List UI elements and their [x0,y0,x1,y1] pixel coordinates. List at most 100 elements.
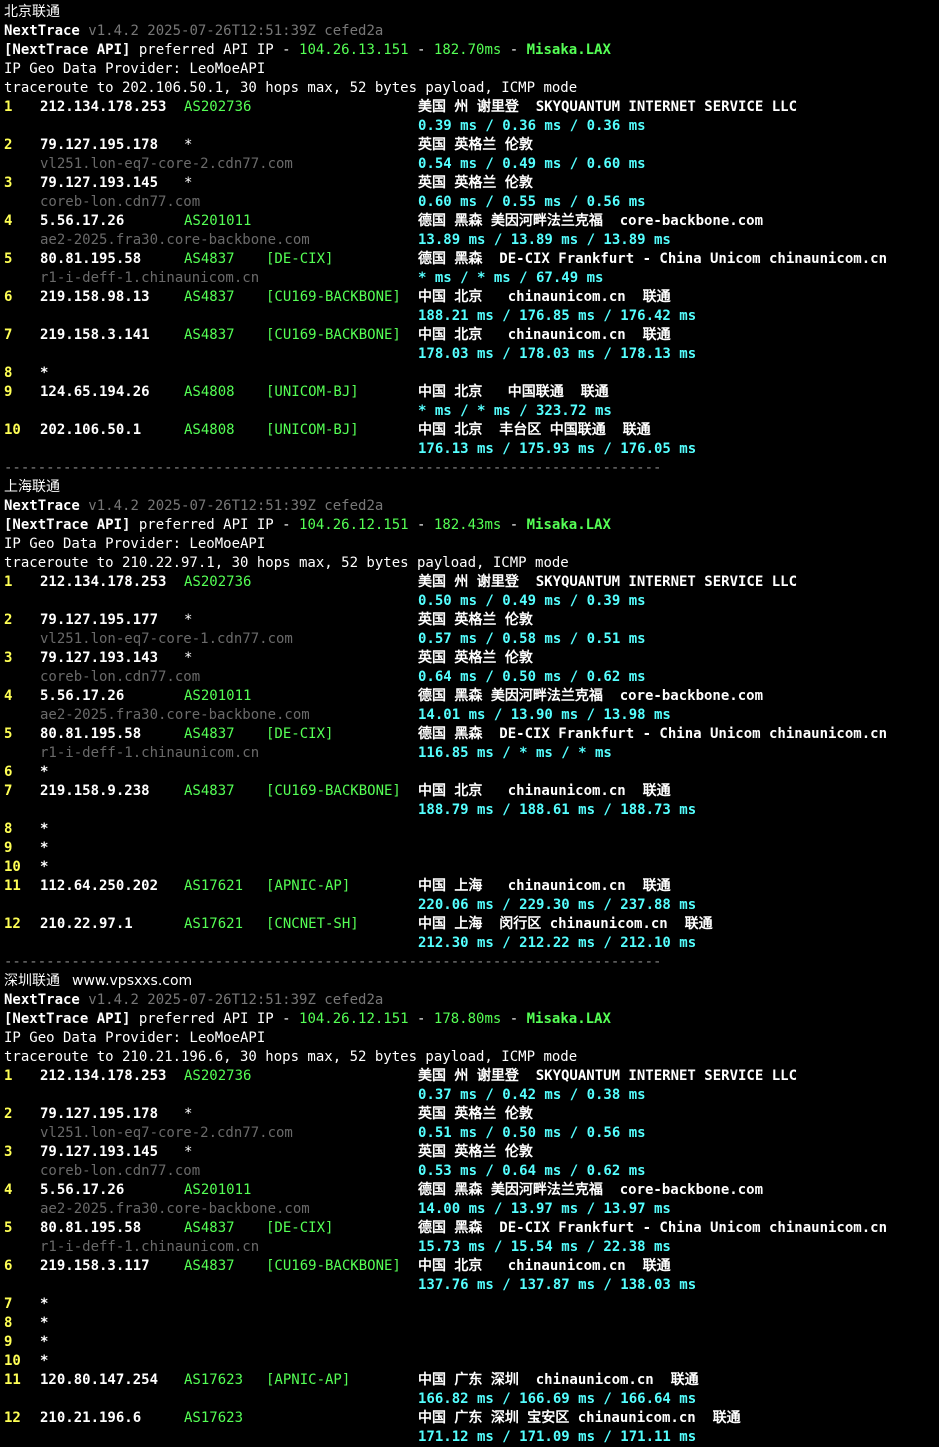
hop-hostname: coreb-lon.cdn77.com [40,194,201,210]
separator-line: ----------------------------------------… [4,459,939,478]
app-name: NextTrace [4,992,80,1008]
hop-row: 8 * [4,1314,939,1333]
traceroute-line: traceroute to 202.106.50.1, 30 hops max,… [4,79,939,98]
geo-provider: IP Geo Data Provider: LeoMoeAPI [4,61,266,77]
app-name: NextTrace [4,498,80,514]
hop-asn: * [184,650,193,666]
hop-ip: 79.127.193.145 [40,175,159,191]
hop-rtt: 220.06 ms / 229.30 ms / 237.88 ms [418,897,697,913]
hop-detail-row: 178.03 ms / 178.03 ms / 178.13 ms [4,345,939,364]
hop-detail-row: 188.79 ms / 188.61 ms / 188.73 ms [4,801,939,820]
version-line: NextTrace v1.4.2 2025-07-26T12:51:39Z ce… [4,497,939,516]
traceroute-header: traceroute to 210.21.196.6, 30 hops max,… [4,1049,578,1065]
hop-number: 8 [4,1315,13,1331]
hop-ip: 80.81.195.58 [40,726,142,742]
hop-ip: * [40,1296,49,1312]
hop-number: 5 [4,251,13,267]
api-latency: 182.70ms [433,42,502,58]
hop-row: 5 80.81.195.58 AS4837 [DE-CIX] 德国 黑森 DE-CIX … [4,1219,939,1238]
hop-row: 5 80.81.195.58 AS4837 [DE-CIX] 德国 黑森 DE-CIX … [4,250,939,269]
hop-ip: 202.106.50.1 [40,422,142,438]
hop-detail-row: ae2-2025.fra30.core-backbone.com 14.01 ms… [4,706,939,725]
hop-tag: [CU169-BACKBONE] [266,1258,401,1274]
hop-ip: 5.56.17.26 [40,688,125,704]
hop-row: 4 5.56.17.26 AS201011 德国 黑森 美因河畔法兰克福 core-b… [4,212,939,231]
hop-row: 3 79.127.193.145 * 英国 英格兰 伦敦 [4,174,939,193]
hop-number: 11 [4,1372,21,1388]
hop-detail-row: coreb-lon.cdn77.com 0.60 ms / 0.55 ms / 0… [4,193,939,212]
hop-ip: 79.127.193.145 [40,1144,159,1160]
hop-geo: 德国 黑森 美因河畔法兰克福 core-backbone.com [418,688,764,704]
hop-rtt: 14.00 ms / 13.97 ms / 13.97 ms [418,1201,671,1217]
hop-rtt: * ms / * ms / 67.49 ms [418,270,604,286]
geo-provider: IP Geo Data Provider: LeoMoeAPI [4,1030,266,1046]
hop-row: 7 * [4,1295,939,1314]
hop-ip: * [40,840,49,856]
api-latency: 182.43ms [433,517,502,533]
hop-rtt: 0.60 ms / 0.55 ms / 0.56 ms [418,194,646,210]
hop-rtt: 176.13 ms / 175.93 ms / 176.05 ms [418,441,697,457]
hop-detail-row: 0.39 ms / 0.36 ms / 0.36 ms [4,117,939,136]
hop-geo: 美国 州 谢里登 SKYQUANTUM INTERNET SERVICE LLC [418,574,798,590]
hop-rtt: 116.85 ms / * ms / * ms [418,745,612,761]
hop-rtt: 14.01 ms / 13.90 ms / 13.98 ms [418,707,671,723]
hop-number: 4 [4,213,13,229]
hop-ip: 219.158.9.238 [40,783,150,799]
hop-tag: [UNICOM-BJ] [266,422,359,438]
hop-asn: AS4837 [184,726,235,742]
hop-detail-row: coreb-lon.cdn77.com 0.53 ms / 0.64 ms / 0… [4,1162,939,1181]
hop-row: 1 212.134.178.253 AS202736 美国 州 谢里登 SKYQUAN… [4,1067,939,1086]
hop-ip: 120.80.147.254 [40,1372,159,1388]
hop-row: 6 219.158.3.117 AS4837 [CU169-BACKBONE] 中国 北… [4,1257,939,1276]
hop-number: 11 [4,878,21,894]
hop-row: 11 120.80.147.254 AS17623 [APNIC-AP] 中国 广东 深… [4,1371,939,1390]
hop-detail-row: 171.12 ms / 171.09 ms / 171.11 ms [4,1428,939,1447]
hop-row: 7 219.158.3.141 AS4837 [CU169-BACKBONE] 中国 北… [4,326,939,345]
hop-detail-row: coreb-lon.cdn77.com 0.64 ms / 0.50 ms / 0… [4,668,939,687]
hop-detail-row: 137.76 ms / 137.87 ms / 138.03 ms [4,1276,939,1295]
section-title-line: 北京联通 [4,3,939,22]
hop-number: 7 [4,327,13,343]
hop-geo: 中国 广东 深圳 宝安区 chinaunicom.cn 联通 [418,1410,741,1426]
section-title: 北京联通 [4,4,60,20]
hop-ip: * [40,1353,49,1369]
hop-hostname: coreb-lon.cdn77.com [40,669,201,685]
api-ip: 104.26.12.151 [299,1011,409,1027]
hop-ip: 219.158.3.141 [40,327,150,343]
hop-ip: 79.127.195.178 [40,1106,159,1122]
terminal-output: 北京联通 NextTrace v1.4.2 2025-07-26T12:51:39… [0,0,939,1447]
hop-number: 1 [4,99,13,115]
hop-row: 2 79.127.195.178 * 英国 英格兰 伦敦 [4,136,939,155]
hop-detail-row: ae2-2025.fra30.core-backbone.com 14.00 ms… [4,1200,939,1219]
hop-row: 5 80.81.195.58 AS4837 [DE-CIX] 德国 黑森 DE-CIX … [4,725,939,744]
hop-rtt: 0.39 ms / 0.36 ms / 0.36 ms [418,118,646,134]
section-title-line: 上海联通 [4,478,939,497]
hop-geo: 中国 上海 chinaunicom.cn 联通 [418,878,671,894]
hop-geo: 德国 黑森 DE-CIX Frankfurt - China Unicom ch… [418,1220,888,1236]
hop-number: 3 [4,175,13,191]
hop-row: 3 79.127.193.145 * 英国 英格兰 伦敦 [4,1143,939,1162]
hop-ip: 112.64.250.202 [40,878,159,894]
hop-hostname: ae2-2025.fra30.core-backbone.com [40,1201,310,1217]
hop-number: 8 [4,821,13,837]
hop-row: 1 212.134.178.253 AS202736 美国 州 谢里登 SKYQUAN… [4,98,939,117]
hop-asn: AS17621 [184,878,244,894]
geo-provider-line: IP Geo Data Provider: LeoMoeAPI [4,60,939,79]
hop-rtt: 212.30 ms / 212.22 ms / 212.10 ms [418,935,697,951]
separator: ----------------------------------------… [4,460,662,476]
api-latency: 178.80ms [433,1011,502,1027]
hop-hostname: r1-i-deff-1.chinaunicom.cn [40,1239,260,1255]
hop-tag: [DE-CIX] [266,1220,334,1236]
hop-number: 10 [4,422,21,438]
section-title-line: 深圳联通 www.vpsxxs.com [4,972,939,991]
hop-number: 7 [4,1296,13,1312]
hop-row: 12 210.22.97.1 AS17621 [CNCNET-SH] 中国 上海 闵行区… [4,915,939,934]
hop-rtt: 137.76 ms / 137.87 ms / 138.03 ms [418,1277,697,1293]
hop-rtt: 0.50 ms / 0.49 ms / 0.39 ms [418,593,646,609]
api-node: Misaka.LAX [526,1011,611,1027]
hop-rtt: 15.73 ms / 15.54 ms / 22.38 ms [418,1239,671,1255]
hop-asn: AS201011 [184,1182,252,1198]
hop-detail-row: 220.06 ms / 229.30 ms / 237.88 ms [4,896,939,915]
hop-geo: 英国 英格兰 伦敦 [418,650,533,666]
geo-provider-line: IP Geo Data Provider: LeoMoeAPI [4,1029,939,1048]
